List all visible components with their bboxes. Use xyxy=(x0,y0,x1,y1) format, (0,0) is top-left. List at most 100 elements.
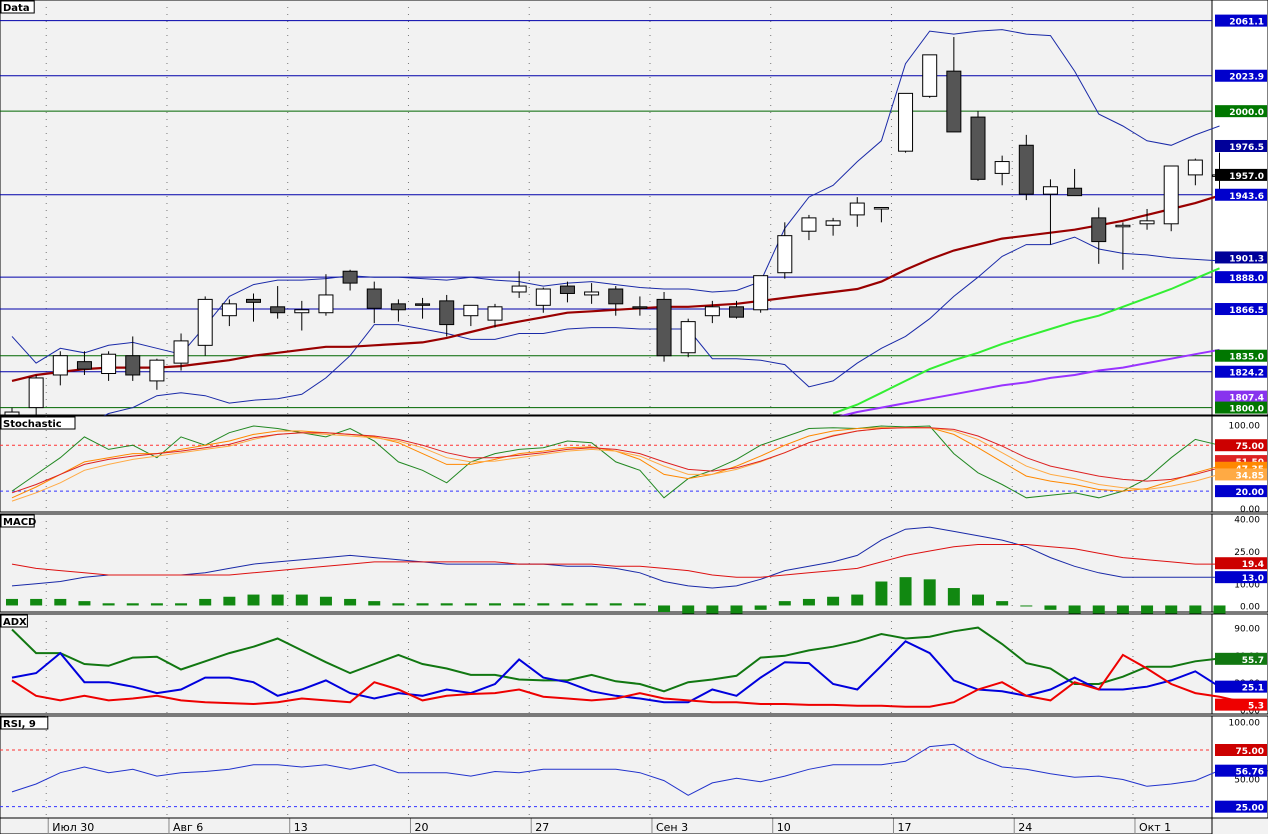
value-tag-label: 25.00 xyxy=(1236,804,1264,814)
macd-histogram-bar xyxy=(899,577,912,606)
macd-histogram-bar xyxy=(633,603,646,606)
macd-histogram-bar xyxy=(658,605,671,612)
candle-bull xyxy=(922,54,938,97)
price-tag-label: 1824.2 xyxy=(1229,369,1264,379)
candle-bull xyxy=(825,220,841,226)
candle-bull xyxy=(511,285,527,293)
axis-tick-label: 100.00 xyxy=(1229,421,1261,431)
macd-histogram-bar xyxy=(223,596,236,606)
macd-histogram-bar xyxy=(996,601,1009,606)
x-axis-label: Окт 1 xyxy=(1139,821,1171,834)
axis-tick-label: 90.00 xyxy=(1234,625,1260,635)
candle-bull xyxy=(1187,159,1203,176)
candle-bear xyxy=(246,298,261,303)
axis-tick-label: 25.00 xyxy=(1234,548,1260,558)
axis-tick-label: 0.00 xyxy=(1240,505,1260,515)
macd-histogram-bar xyxy=(754,605,767,610)
trading-chart[interactable]: 2061.1 2023.9 2000.0 1976.5 1957.0 1943.6 1901… xyxy=(0,0,1268,834)
macd-histogram-bar xyxy=(6,598,18,606)
price-tag-label: 1976.5 xyxy=(1229,143,1264,153)
pane-rsi: 100.0050.0075.0056.7625.00RSI, 9 xyxy=(0,715,1268,819)
candle-bull xyxy=(487,306,503,321)
x-axis-label: Июл 30 xyxy=(52,821,94,834)
macd-histogram-bar xyxy=(295,594,308,606)
candle-bear xyxy=(415,303,431,306)
candle-bear xyxy=(125,355,141,376)
macd-histogram-bar xyxy=(489,603,501,606)
candle-bear xyxy=(1018,144,1034,195)
candle-bear xyxy=(342,270,358,284)
price-tag-label: 1888.0 xyxy=(1229,274,1264,284)
value-tag-label: 55.7 xyxy=(1242,656,1264,666)
pane-macd: 40.0025.0010.000.0019.413.0MACD xyxy=(0,513,1268,617)
value-tag-label: 75.00 xyxy=(1236,442,1264,452)
candle-bear xyxy=(270,306,286,314)
macd-histogram-bar xyxy=(923,579,936,606)
macd-histogram-bar xyxy=(344,598,357,606)
macd-histogram-bar xyxy=(537,603,550,606)
macd-histogram-bar xyxy=(368,601,381,606)
candle-bear xyxy=(1067,187,1083,197)
price-tag-label: 1800.0 xyxy=(1229,405,1264,415)
candle-bull xyxy=(101,353,117,375)
price-tag-label: 1901.3 xyxy=(1229,254,1264,264)
candle-bull xyxy=(173,340,189,364)
macd-histogram-bar xyxy=(416,603,429,606)
value-tag-label: 25.1 xyxy=(1242,684,1264,694)
macd-histogram-bar xyxy=(585,603,598,606)
macd-histogram-bar xyxy=(150,603,163,606)
axis-tick-label: 100.00 xyxy=(1229,719,1261,729)
pane-stochastic: 100.0050.000.0075.0051.5047.3534.8520.00… xyxy=(0,415,1268,515)
candle-bull xyxy=(28,377,44,409)
x-axis-label: 17 xyxy=(897,821,911,834)
macd-histogram-bar xyxy=(54,598,67,606)
value-tag-label: 56.76 xyxy=(1236,768,1264,778)
macd-histogram-bar xyxy=(561,603,574,606)
candle-bear xyxy=(946,70,962,133)
pane-title: MACD xyxy=(3,517,36,528)
pane-title: Stochastic xyxy=(3,419,62,430)
value-tag-label: 13.0 xyxy=(1242,574,1264,584)
macd-histogram-bar xyxy=(1068,605,1081,615)
value-tag-label: 5.3 xyxy=(1248,702,1264,712)
candle-bull xyxy=(4,411,20,416)
candle-bull xyxy=(994,161,1010,174)
candle-bull xyxy=(463,304,479,317)
macd-histogram-bar xyxy=(851,594,864,606)
price-tag-label: 1943.6 xyxy=(1229,192,1264,202)
macd-histogram-bar xyxy=(126,603,139,606)
pane-adx: 90.0060.0030.000.0055.725.15.3ADX xyxy=(0,613,1268,716)
macd-histogram-bar xyxy=(1044,605,1057,610)
macd-histogram-bar xyxy=(513,603,526,606)
candle-bull xyxy=(777,235,793,274)
candle-bull xyxy=(294,309,310,314)
macd-histogram-bar xyxy=(271,594,284,606)
macd-histogram-bar xyxy=(1020,605,1033,607)
candle-bull xyxy=(535,288,551,306)
macd-histogram-bar xyxy=(827,596,840,606)
candle-bull xyxy=(898,92,914,152)
candle-bull xyxy=(1163,165,1179,225)
pane-title: RSI, 9 xyxy=(3,719,36,730)
candle-bull xyxy=(52,355,68,376)
macd-histogram-bar xyxy=(319,596,332,606)
value-tag-label: 75.00 xyxy=(1236,747,1264,757)
price-tag-label: 1866.5 xyxy=(1229,306,1264,316)
candle-bull xyxy=(149,359,165,382)
macd-histogram-bar xyxy=(778,601,791,606)
x-axis-label: 10 xyxy=(777,821,791,834)
candle-bear xyxy=(439,300,455,326)
macd-histogram-bar xyxy=(609,603,622,606)
macd-histogram-bar xyxy=(175,603,188,606)
candle-bull xyxy=(1042,186,1058,195)
candle-bull xyxy=(584,291,600,296)
macd-histogram-bar xyxy=(947,588,960,606)
value-tag-label: 19.4 xyxy=(1242,560,1264,570)
macd-histogram-bar xyxy=(706,605,719,615)
macd-histogram-bar xyxy=(78,601,91,606)
candle-bull xyxy=(753,275,769,311)
value-tag-label: 20.00 xyxy=(1236,488,1264,498)
macd-histogram-bar xyxy=(972,594,984,606)
candle-bull xyxy=(704,306,720,317)
pane-title: Data xyxy=(3,3,30,14)
